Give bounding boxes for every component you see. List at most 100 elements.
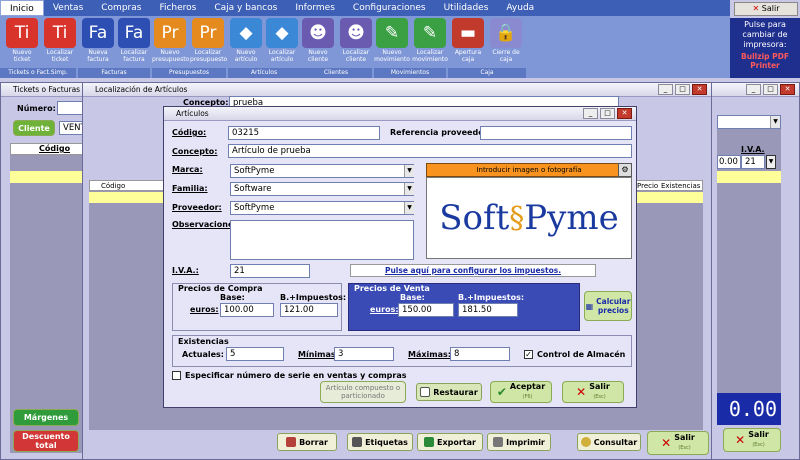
ribbon-button-4[interactable]: Pr Nuevo presupuesto [152, 18, 189, 66]
actuales-field[interactable]: 5 [226, 347, 284, 361]
concepto-label: Concepto: [172, 147, 218, 156]
imprimir-button[interactable]: Imprimir [487, 433, 551, 451]
articulos-salir-button[interactable]: ✕ Salir (Esc) [562, 381, 624, 403]
ribbon-button-8[interactable]: ☻ Nuevo cliente [300, 18, 336, 66]
menu-bar: Inicio Ventas Compras Ficheros Caja y bancos… [0, 0, 730, 16]
ribbon-group-2: Presupuestos [152, 68, 226, 78]
exit-app-button[interactable]: ✕ Salir [734, 2, 798, 16]
etiquetas-button[interactable]: Etiquetas [347, 433, 413, 451]
menu-4[interactable]: Caja y bancos [205, 0, 286, 16]
compra-imp-label: B.+Impuestos: [280, 293, 347, 302]
ribbon-label-8: Nuevo cliente [307, 49, 329, 63]
descuento-button[interactable]: Descuento total [13, 430, 79, 452]
impuestos-link[interactable]: Pulse aquí para configurar los impuestos… [350, 264, 596, 277]
ribbon-button-2[interactable]: Fa Nueva factura [80, 18, 116, 66]
ribbon-label-2: Nueva factura [87, 49, 109, 63]
minimas-field[interactable]: 3 [334, 347, 394, 361]
ribbon-icon-12: ▬ [452, 18, 484, 48]
maximas-label: Máximas: [408, 350, 451, 359]
menu-7[interactable]: Utilidades [435, 0, 498, 16]
proveedor-select[interactable]: SoftPyme [230, 201, 414, 215]
compra-base-label: Base: [220, 293, 245, 302]
minimize-button[interactable]: _ [583, 108, 598, 119]
menu-6[interactable]: Configuraciones [344, 0, 435, 16]
proveedor-label: Proveedor: [172, 203, 222, 212]
menu-1[interactable]: Ventas [44, 0, 92, 16]
minimize-button[interactable]: _ [746, 84, 761, 95]
compra-imp-field[interactable]: 121.00 [280, 303, 338, 317]
image-button[interactable]: Introducir imagen o fotografía [426, 163, 632, 177]
iva-select[interactable]: 21 [230, 264, 310, 278]
calcular-precios-button[interactable]: ▦ Calcular precios [584, 291, 632, 321]
maximize-button[interactable]: □ [600, 108, 615, 119]
ribbon-button-5[interactable]: Pr Localizar presupuesto [190, 18, 227, 66]
iva-dropdown[interactable]: ▼ [766, 155, 776, 169]
col-codigo: Código [101, 182, 126, 190]
concepto-field[interactable]: Artículo de prueba [228, 144, 632, 158]
exportar-button[interactable]: Exportar [417, 433, 483, 451]
ribbon-icon-1: Ti [44, 18, 76, 48]
localizacion-salir-button[interactable]: ✕ Salir (Esc) [647, 431, 709, 455]
ribbon-button-3[interactable]: Fa Localizar factura [116, 18, 152, 66]
cliente-button[interactable]: Cliente [13, 120, 55, 136]
printer-selector[interactable]: Pulse para cambiar de impresora: Bullzip… [730, 18, 800, 78]
price-cell[interactable]: 0.00 [717, 155, 741, 169]
ribbon-button-13[interactable]: 🔒 Cierre de caja [488, 18, 524, 66]
tickets-salir-button[interactable]: ✕ Salir (Esc) [723, 428, 781, 452]
ribbon-button-11[interactable]: ✎ Localizar movimiento [412, 18, 448, 66]
ribbon-icon-6: ◆ [230, 18, 262, 48]
iva-cell[interactable]: 21 [741, 155, 765, 169]
ribbon-button-0[interactable]: Ti Nuevo ticket [4, 18, 40, 66]
image-tool-icon[interactable]: ⚙ [618, 163, 632, 177]
minimize-button[interactable]: _ [658, 84, 673, 95]
marca-select[interactable]: SoftPyme [230, 164, 414, 178]
close-button[interactable]: ✕ [692, 84, 707, 95]
menu-0[interactable]: Inicio [0, 0, 44, 16]
margenes-button[interactable]: Márgenes [13, 409, 79, 426]
borrar-button[interactable]: Borrar [277, 433, 337, 451]
close-button[interactable]: ✕ [780, 84, 795, 95]
close-icon: ✕ [752, 4, 760, 13]
ribbon-button-7[interactable]: ◆ Localizar artículo [264, 18, 300, 66]
ribbon-button-12[interactable]: ▬ Apertura caja [450, 18, 486, 66]
menu-3[interactable]: Ficheros [150, 0, 205, 16]
iva-label: I.V.A.: [172, 266, 199, 275]
control-almacen-checkbox[interactable]: ✓ [524, 350, 533, 359]
right-select[interactable]: ▼ [717, 115, 781, 129]
codigo-field[interactable]: 03215 [228, 126, 380, 140]
close-button[interactable]: ✕ [617, 108, 632, 119]
iva-col-header: I.V.A. [741, 145, 765, 154]
menu-5[interactable]: Informes [286, 0, 344, 16]
maximas-field[interactable]: 8 [450, 347, 510, 361]
consultar-button[interactable]: Consultar [577, 433, 641, 451]
referencia-field[interactable] [480, 126, 632, 140]
ribbon-icon-9: ☻ [340, 18, 372, 48]
serie-checkbox[interactable] [172, 371, 181, 380]
observaciones-field[interactable] [230, 220, 414, 260]
check-icon: ✔ [496, 385, 507, 399]
maximize-button[interactable]: □ [763, 84, 778, 95]
printer-icon [493, 437, 504, 447]
maximize-button[interactable]: □ [675, 84, 690, 95]
proveedor-dropdown[interactable]: ▼ [404, 202, 414, 214]
referencia-label: Referencia proveedor: [390, 128, 491, 137]
aceptar-button[interactable]: ✔ Aceptar (F6) [490, 381, 552, 403]
familia-dropdown[interactable]: ▼ [404, 183, 414, 195]
restaurar-button[interactable]: Restaurar [416, 383, 482, 401]
ribbon-button-10[interactable]: ✎ Nuevo movimiento [374, 18, 410, 66]
ribbon-group-5: Movimientos [374, 68, 446, 78]
ribbon-label-3: Localizar factura [120, 49, 148, 63]
familia-select[interactable]: Software [230, 182, 414, 196]
menu-2[interactable]: Compras [92, 0, 150, 16]
venta-base-field[interactable]: 150.00 [398, 303, 454, 317]
ribbon-button-6[interactable]: ◆ Nuevo artículo [228, 18, 264, 66]
marca-dropdown[interactable]: ▼ [404, 165, 414, 177]
ribbon-button-1[interactable]: Ti Localizar ticket [42, 18, 78, 66]
articulo-compuesto-button[interactable]: Artículo compuesto o particionado [320, 381, 406, 403]
menu-8[interactable]: Ayuda [497, 0, 543, 16]
articulos-titlebar: Artículos _ □ ✕ [164, 107, 636, 121]
venta-imp-field[interactable]: 181.50 [458, 303, 518, 317]
ribbon-label-0: Nuevo ticket [12, 49, 32, 63]
ribbon-button-9[interactable]: ☻ Localizar cliente [338, 18, 374, 66]
compra-base-field[interactable]: 100.00 [220, 303, 274, 317]
